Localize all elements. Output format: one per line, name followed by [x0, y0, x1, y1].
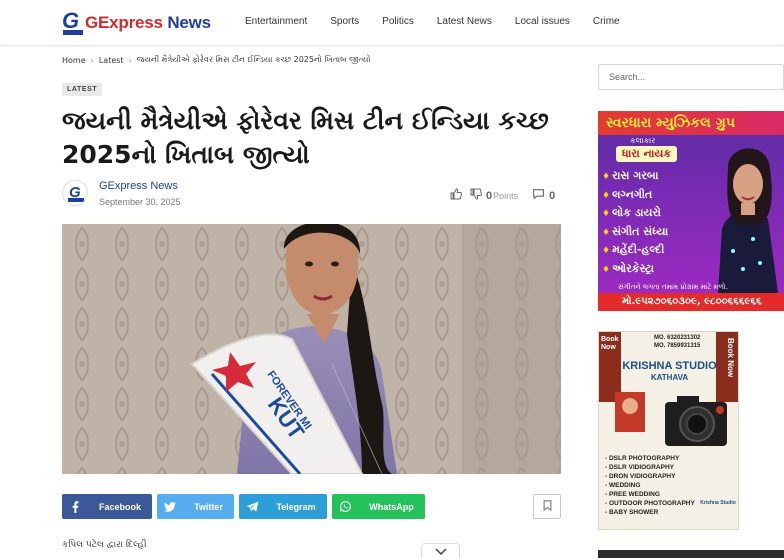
- breadcrumb-current: જયની મૈત્રેયીએ ફોરેવર મિસ ટીન ઈન્ડિયા કચ…: [136, 55, 371, 64]
- breadcrumb-home[interactable]: Home: [62, 56, 86, 65]
- ad2-service: DRON VIDIOGRAPHY: [605, 472, 695, 481]
- ad1-service: લગ્નગીત: [602, 186, 668, 205]
- ad2-service: WEDDING: [605, 481, 695, 490]
- breadcrumb-latest[interactable]: Latest: [99, 56, 124, 65]
- publish-date: September 30, 2025: [99, 197, 181, 207]
- scroll-down-button[interactable]: [421, 543, 460, 558]
- main-nav: Entertainment Sports Politics Latest New…: [245, 16, 643, 27]
- site-logo[interactable]: G GExpress News: [62, 10, 211, 36]
- bookmark-icon: [543, 498, 552, 516]
- ad2-services-list: DSLR PHOTOGRAPHY DSLR VIDIOGRAPHY DRON V…: [605, 454, 695, 517]
- ad-banner-partial[interactable]: [598, 550, 784, 558]
- nav-item-entertainment[interactable]: Entertainment: [245, 16, 307, 27]
- whatsapp-icon: [332, 500, 358, 513]
- share-facebook-button[interactable]: Facebook: [62, 494, 152, 519]
- camera-icon: [615, 392, 727, 446]
- ad2-service: BABY SHOWER: [605, 508, 695, 517]
- ad2-studio-name: KRISHNA STUDIO: [622, 360, 717, 372]
- chevron-right-icon: ›: [128, 55, 132, 65]
- article-meta: 0 Points 0: [450, 188, 555, 203]
- ad2-book-now-left: Book Now: [601, 336, 619, 351]
- ad1-artist-name: ધારા નાયક: [616, 146, 678, 162]
- share-telegram-button[interactable]: Telegram: [239, 494, 327, 519]
- ad1-service: ઓરકેસ્ટ્રા: [602, 260, 668, 279]
- article-byline: કપિલ પટેલ દ્વારા દિલ્હી: [62, 540, 147, 550]
- ad1-service: લોક ડાયરો: [602, 204, 668, 223]
- ad1-headline: સ્વરધારા મ્યુઝિકલ ગ્રુપ: [606, 115, 735, 131]
- ad1-service: સંગીત સંધ્યા: [602, 223, 668, 242]
- ad2-place: KATHAVA: [650, 373, 689, 382]
- ad2-service: OUTDOOR PHOTOGRAPHY: [605, 499, 695, 508]
- nav-item-latest-news[interactable]: Latest News: [437, 16, 492, 27]
- ad2-service: DSLR VIDIOGRAPHY: [605, 463, 695, 472]
- ad-banner-swardhara[interactable]: સ્વરધારા મ્યુઝિકલ ગ્રુપ કલાકાર ધારા નાયક…: [598, 111, 784, 311]
- ad1-artist-photo: [718, 148, 778, 293]
- category-badge[interactable]: LATEST: [62, 83, 103, 96]
- ad2-service: DSLR PHOTOGRAPHY: [605, 454, 695, 463]
- share-twitter-button[interactable]: Twitter: [157, 494, 234, 519]
- breadcrumb: Home › Latest › જયની મૈત્રેયીએ ફોરેવર મિ…: [62, 55, 370, 65]
- comment-count[interactable]: 0: [549, 190, 555, 202]
- ad1-service: મહેંદી-હલ્દી: [602, 241, 668, 260]
- article-title: જયની મૈત્રેયીએ ફોરેવર મિસ ટીન ઈન્ડિયા કચ…: [62, 106, 549, 169]
- nav-item-sports[interactable]: Sports: [330, 16, 359, 27]
- share-whatsapp-button[interactable]: WhatsApp: [332, 494, 425, 519]
- site-header: G GExpress News Entertainment Sports Pol…: [0, 0, 784, 46]
- logo-mark-icon: G: [62, 10, 84, 36]
- thumbs-down-icon[interactable]: [470, 188, 482, 203]
- points-label: Points: [493, 190, 519, 201]
- ad1-footer: સંગીતને લગતા તમામ પ્રોગ્રામ માટે મળો.: [618, 283, 728, 291]
- hero-image[interactable]: FOREVER MI KUT: [62, 224, 561, 474]
- chevron-right-icon: ›: [90, 55, 94, 65]
- points-value: 0: [486, 189, 493, 202]
- nav-item-politics[interactable]: Politics: [382, 16, 414, 27]
- ad1-phone: મો.૯૫૨૭૦૬૦૩૦૯, ૯૮૦૦૬૬૬૯૬૬: [598, 293, 784, 311]
- telegram-icon: [239, 501, 265, 512]
- twitter-icon: [157, 501, 183, 512]
- ad1-service: રાસ ગરબા: [602, 167, 668, 186]
- facebook-icon: [62, 500, 88, 513]
- author-avatar[interactable]: G: [62, 180, 88, 206]
- nav-item-local-issues[interactable]: Local issues: [515, 16, 570, 27]
- ad2-service: PREE WEDDING: [605, 490, 695, 499]
- search-input[interactable]: Search...: [598, 64, 784, 90]
- nav-item-crime[interactable]: Crime: [593, 16, 620, 27]
- ad1-services-list: રાસ ગરબા લગ્નગીત લોક ડાયરો સંગીત સંધ્યા …: [602, 167, 668, 278]
- ad-banner-krishna-studio[interactable]: Book Now Book Now MO. 6320231302 MO. 7859…: [598, 331, 739, 530]
- logo-text: GExpress News: [85, 13, 211, 32]
- search-placeholder: Search...: [609, 72, 646, 82]
- author-name[interactable]: GExpress News: [99, 180, 178, 192]
- bookmark-button[interactable]: [533, 494, 561, 519]
- ad1-sub: કલાકાર: [630, 136, 656, 145]
- ad2-logo: Krishna Studio: [700, 500, 736, 506]
- comment-icon[interactable]: [532, 188, 545, 203]
- chevron-down-icon: [434, 542, 447, 560]
- thumbs-up-icon[interactable]: [450, 188, 462, 203]
- ad2-phones: MO. 6320231302 MO. 7859931315: [654, 335, 701, 349]
